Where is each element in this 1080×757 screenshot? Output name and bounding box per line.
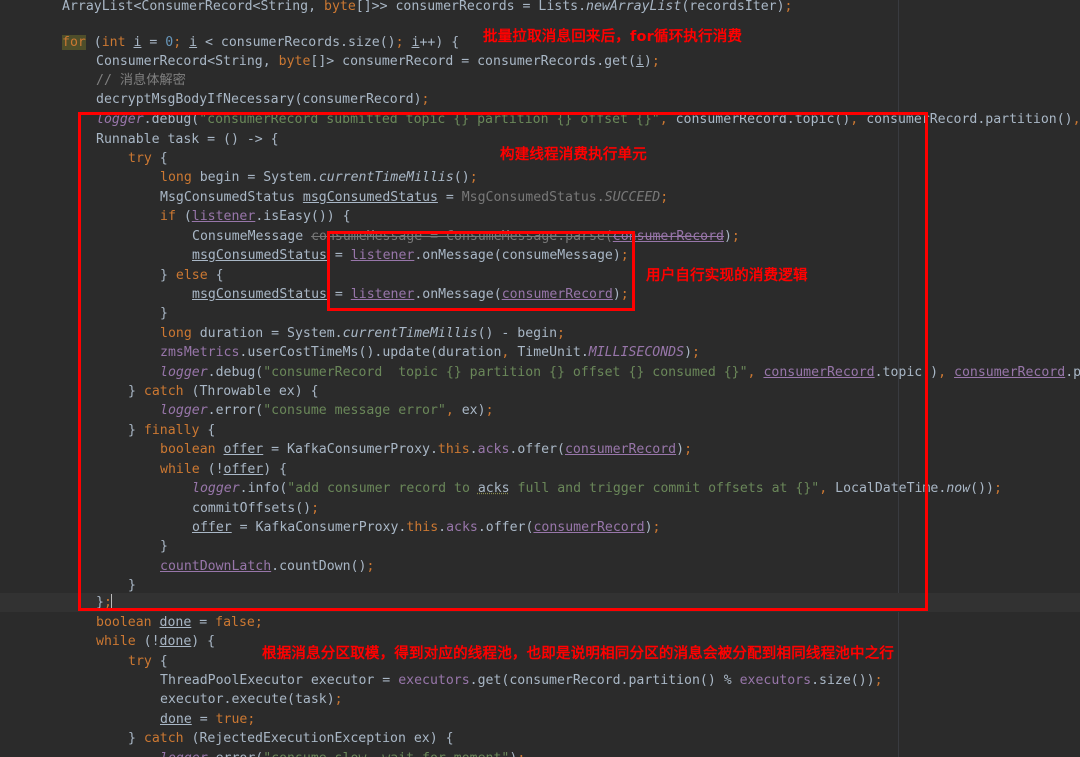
anno-batch-pull: 批量拉取消息回来后，for循环执行消费 [483,29,743,45]
anno-partition-mod: 根据消息分区取模，得到对应的线程池，也即是说明相同分区的消息会被分配到相同线程池… [262,646,895,662]
code-line-comment: // 消息体解密 [96,73,186,88]
anno-build-unit: 构建线程消费执行单元 [500,147,647,163]
code-line: boolean done = false; [96,615,263,630]
code-line: msgConsumedStatus = listener.onMessage(c… [192,248,629,263]
code-line: commitOffsets(); [192,501,320,516]
code-line: long begin = System.currentTimeMillis(); [160,170,478,185]
code-line: } catch (Throwable ex) { [128,384,319,399]
code-line: decryptMsgBodyIfNecessary(consumerRecord… [96,92,430,107]
code-line: } [160,539,168,554]
text-caret [110,594,112,609]
code-line: msgConsumedStatus = listener.onMessage(c… [192,287,629,302]
code-line: long duration = System.currentTimeMillis… [160,326,565,341]
code-line: ThreadPoolExecutor executor = executors.… [160,673,883,688]
code-line: ArrayList<ConsumerRecord<String, byte[]>… [62,0,793,14]
code-line: ConsumerRecord<String, byte[]> consumerR… [96,54,660,69]
code-editor[interactable]: ArrayList<ConsumerRecord<String, byte[]>… [0,0,1080,757]
code-line: logger.error("consume slow, wait for mom… [160,749,1080,757]
code-line: zmsMetrics.userCostTimeMs().update(durat… [160,345,700,360]
code-line: logger.debug("consumerRecord submitted t… [96,112,1080,127]
code-line: } [160,306,168,321]
code-line: MsgConsumedStatus msgConsumedStatus = Ms… [160,190,669,205]
code-line: offer = KafkaConsumerProxy.this.acks.off… [192,520,661,535]
code-line: logger.error("consume message error", ex… [160,403,494,418]
code-line: ConsumeMessage consumeMessage = ConsumeM… [192,229,740,244]
code-line: done = true; [160,712,256,727]
code-line: } catch (RejectedExecutionException ex) … [128,731,454,746]
code-line: logger.info("add consumer record to acks… [192,481,1002,496]
code-line: boolean offer = KafkaConsumerProxy.this.… [160,442,693,457]
code-line: countDownLatch.countDown(); [160,559,375,574]
code-line-caret: }; [96,594,112,610]
anno-user-logic: 用户自行实现的消费逻辑 [646,268,808,284]
code-line: while (!offer) { [160,462,288,477]
code-line: } else { [160,268,224,283]
code-line: if (listener.isEasy()) { [160,209,351,224]
code-line: logger.debug("consumerRecord topic {} pa… [160,365,1080,380]
code-line: } finally { [128,423,216,438]
code-line: executor.execute(task); [160,692,343,707]
